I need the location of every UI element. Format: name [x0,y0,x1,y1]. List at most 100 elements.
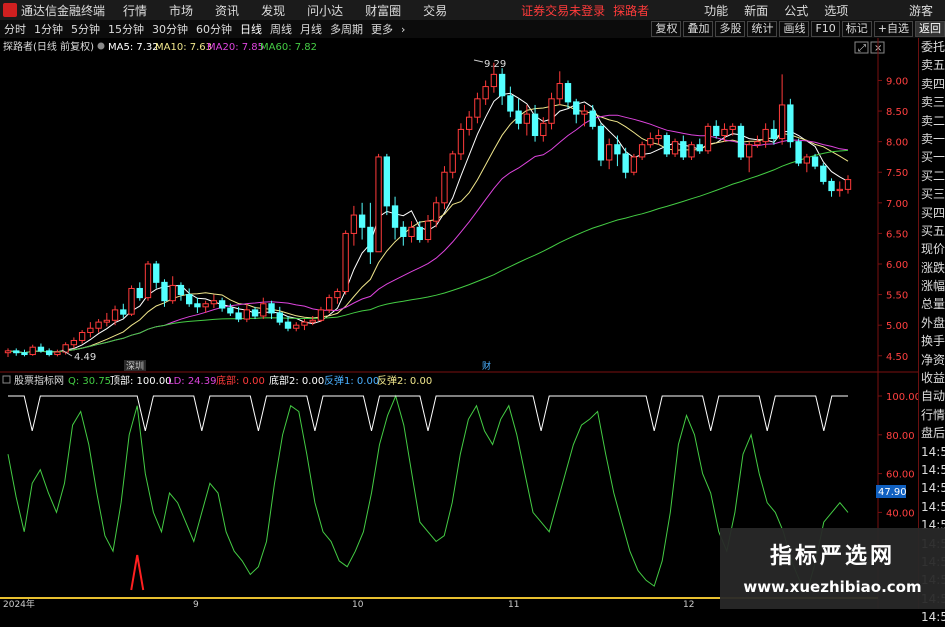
candle-up [87,327,94,334]
candle-down [21,352,28,356]
menu-item-news[interactable]: 资讯 [215,2,239,19]
menu-item-wealth[interactable]: 财富圈 [365,2,401,19]
side-panel-item: 卖一 [921,131,945,146]
time-label-dec: 12 [683,600,694,609]
period-1min[interactable]: 1分钟 [30,21,67,37]
candle-up [630,156,638,173]
candle-up [350,214,358,234]
candle-down [46,350,53,356]
menu-item-trade[interactable]: 交易 [423,2,447,19]
candle-up [424,220,432,241]
overlay-button[interactable]: 叠加 [683,21,714,37]
candle-down [589,110,596,127]
period-more[interactable]: 更多 [367,21,397,37]
candle-up [202,303,209,308]
period-60min[interactable]: 60分钟 [192,21,236,37]
menu-item-market[interactable]: 市场 [169,2,193,19]
stock-chart[interactable]: 探路者(日线 前复权) MA5: 7.32 MA10: 7.63 MA20: 7… [0,38,918,609]
period-multi[interactable]: 多周期 [326,21,367,37]
event-marker-right[interactable]: 财 [482,360,491,372]
statistics-button[interactable]: 统计 [747,21,778,37]
side-panel-item[interactable]: 14:56 [919,479,945,497]
draw-line-button[interactable]: 画线 [779,21,810,37]
side-panel-item: 委托 [921,40,945,54]
candle-down [186,294,193,305]
side-panel-item: 买一 [921,150,945,165]
candle-up [210,300,218,305]
app-logo-icon [3,3,17,17]
candle-up [746,144,753,158]
side-panel-item: 卖三 [921,95,945,110]
multi-stock-button[interactable]: 多股 [715,21,746,37]
add-watchlist-button[interactable]: +自选 [873,21,913,37]
price-tick-label: 6.00 [886,260,908,271]
candle-up [441,171,448,204]
candle-down [597,125,605,161]
candle-down [680,141,687,158]
side-panel-item[interactable]: 行情 [919,406,945,424]
ma5-label: MA5: 7.32 [108,42,159,53]
menu-item-formula[interactable]: 公式 [784,2,808,19]
candle-down [391,205,399,228]
price-tick-label: 6.50 [886,229,908,240]
menu-item-options[interactable]: 选项 [824,2,848,19]
side-panel-item: 买二 [921,168,945,183]
candle-down [227,307,234,314]
f10-button[interactable]: F10 [811,21,840,37]
menu-item-new-layout[interactable]: 新面 [744,2,768,19]
side-panel-item: 买四 [921,205,945,220]
chevron-right-icon[interactable]: › [397,23,409,36]
candle-down [13,350,20,354]
settings-dot-icon[interactable] [97,42,105,50]
indicator-q-value: Q: 30.75 [68,376,111,387]
side-panel-item[interactable]: 盘后 [919,424,945,442]
candle-up [490,73,498,88]
guest-label[interactable]: 游客 [909,2,933,19]
adjust-button[interactable]: 复权 [651,21,682,37]
indicator-current-value: 47.90 [878,487,907,498]
candle-up [144,263,152,299]
main-chart-header: 探路者(日线 前复权) MA5: 7.32 MA10: 7.63 MA20: 7… [3,40,317,53]
candle-up [95,321,102,329]
candle-up [803,156,810,164]
side-panel-item[interactable]: 14:56 [919,498,945,516]
menu-item-function[interactable]: 功能 [704,2,728,19]
period-weekly[interactable]: 周线 [266,21,296,37]
side-panel-item: 买三 [921,187,945,202]
period-30min[interactable]: 30分钟 [148,21,192,37]
indicator-tick-label: 60.00 [886,470,915,481]
side-panel-item: 卖四 [921,76,945,91]
candle-down [614,144,621,155]
side-panel-item: 换手 [921,334,945,349]
candle-up [523,113,530,124]
period-5min[interactable]: 5分钟 [67,21,104,37]
candle-down [573,101,580,115]
candle-down [416,226,423,241]
price-tick-label: 7.00 [886,199,908,210]
side-panel-item: 收益 [921,371,945,386]
candle-down [795,141,802,164]
menu-item-quote[interactable]: 行情 [123,2,147,19]
candle-up [836,188,843,192]
period-15min[interactable]: 15分钟 [104,21,148,37]
candle-up [78,332,86,341]
period-intraday[interactable]: 分时 [0,21,30,37]
candle-up [103,319,110,323]
ma20-label: MA20: 7.85 [207,42,264,53]
candle-down [383,156,391,207]
period-daily[interactable]: 日线 [236,21,266,37]
side-panel-item[interactable]: 14:56 [919,443,945,461]
side-panel-item[interactable]: 14:56 [919,608,945,626]
side-panel-item[interactable]: 自动 [919,387,945,405]
indicator-rebound1-value: 反弹1: 0.00 [324,374,379,387]
period-monthly[interactable]: 月线 [296,21,326,37]
candle-up [556,83,563,100]
side-panel-item[interactable]: 14:56 [919,461,945,479]
back-button[interactable]: 返回 [915,21,945,37]
menu-item-ask[interactable]: 问小达 [307,2,343,19]
menu-item-discover[interactable]: 发现 [261,2,285,19]
mark-button[interactable]: 标记 [841,21,872,37]
indicator-tick-label: 100.00 [886,392,918,403]
login-alert[interactable]: 证券交易未登录 [521,2,605,19]
candle-up [293,324,300,329]
